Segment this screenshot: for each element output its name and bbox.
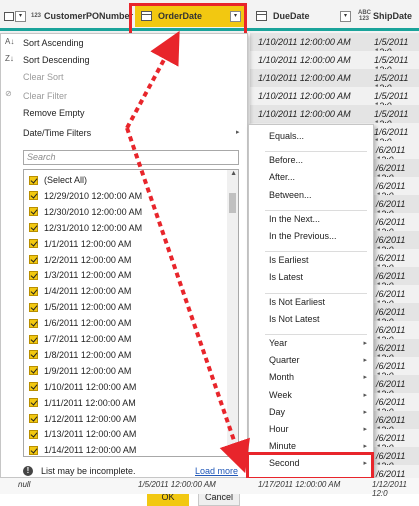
grid-footer-row: null 1/5/2011 12:00:00 AM 1/17/2011 12:0… bbox=[0, 478, 419, 498]
cell-date: 1/5/2011 12:00:00 AM bbox=[138, 480, 216, 489]
cell-date: 1/17/2011 12:00:00 AM bbox=[258, 480, 341, 489]
annotation-arrows bbox=[125, 30, 250, 474]
arrow-to-orderdate bbox=[125, 30, 180, 129]
arrow-to-custom-filter bbox=[125, 127, 250, 474]
cell-date: 1/12/2011 12:0 bbox=[372, 480, 407, 498]
cell-null: null bbox=[18, 480, 31, 489]
